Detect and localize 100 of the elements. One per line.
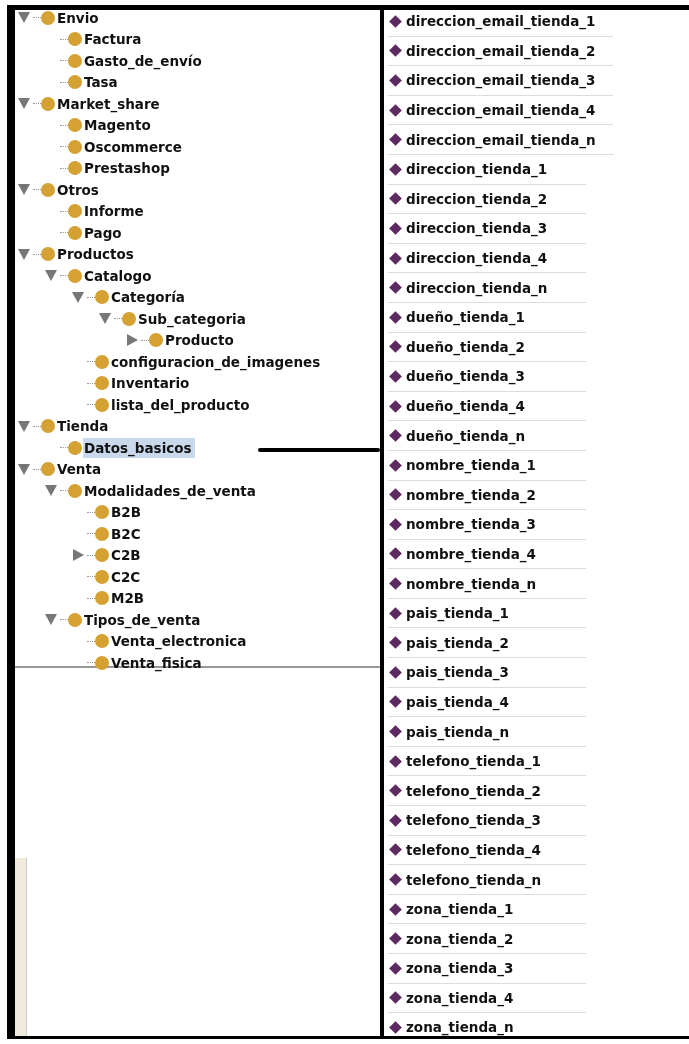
- expand-arrow-icon[interactable]: [18, 420, 30, 432]
- property-item[interactable]: direccion_tienda_1: [388, 154, 586, 185]
- class-dot-icon: [41, 419, 55, 434]
- property-item[interactable]: pais_tienda_1: [388, 598, 586, 629]
- expand-arrow-icon[interactable]: [72, 291, 84, 303]
- property-item[interactable]: zona_tienda_2: [388, 924, 586, 954]
- tree-item[interactable]: Venta_electronica: [110, 631, 250, 652]
- property-item[interactable]: telefono_tienda_1: [388, 746, 586, 777]
- property-item[interactable]: telefono_tienda_2: [388, 776, 586, 807]
- expand-arrow-icon[interactable]: [18, 463, 30, 475]
- property-item[interactable]: nombre_tienda_1: [388, 450, 586, 481]
- tree-item[interactable]: B2C: [110, 523, 144, 544]
- tree-item[interactable]: Prestashop: [83, 158, 173, 179]
- tree-item[interactable]: Inventario: [110, 373, 193, 394]
- tree-item[interactable]: Informe: [83, 201, 147, 222]
- property-item[interactable]: nombre_tienda_2: [388, 480, 586, 511]
- class-dot-icon: [95, 397, 109, 412]
- property-item[interactable]: direccion_tienda_3: [388, 214, 586, 244]
- property-item[interactable]: zona_tienda_4: [388, 983, 586, 1014]
- property-item[interactable]: direccion_tienda_2: [388, 184, 586, 215]
- property-item[interactable]: dueño_tienda_3: [388, 362, 586, 392]
- property-item[interactable]: direccion_email_tienda_1: [388, 7, 614, 37]
- tree-item[interactable]: Venta: [56, 459, 105, 480]
- class-dot-icon: [95, 376, 109, 391]
- property-item[interactable]: nombre_tienda_4: [388, 539, 586, 570]
- class-dot-icon: [41, 182, 55, 197]
- property-item[interactable]: pais_tienda_2: [388, 628, 586, 659]
- tree-item[interactable]: Envio: [56, 7, 102, 28]
- property-item[interactable]: direccion_email_tienda_4: [388, 95, 614, 126]
- class-dot-icon: [95, 591, 109, 606]
- class-dot-icon: [68, 139, 82, 154]
- tree-item[interactable]: lista_del_producto: [110, 394, 253, 415]
- class-dot-icon: [41, 10, 55, 25]
- property-item[interactable]: pais_tienda_3: [388, 658, 586, 688]
- property-item[interactable]: zona_tienda_1: [388, 894, 586, 925]
- property-item[interactable]: telefono_tienda_3: [388, 806, 586, 836]
- property-item[interactable]: telefono_tienda_4: [388, 835, 586, 866]
- property-item[interactable]: pais_tienda_n: [388, 717, 586, 747]
- class-dot-icon: [68, 268, 82, 283]
- tree-item[interactable]: Pago: [83, 222, 125, 243]
- property-item[interactable]: direccion_email_tienda_n: [388, 125, 614, 155]
- tree-item[interactable]: Venta_fisica: [110, 652, 205, 673]
- class-dot-icon: [68, 204, 82, 219]
- tree-item[interactable]: Productos: [56, 244, 137, 265]
- tree-item[interactable]: C2B: [110, 545, 144, 566]
- collapse-arrow-icon[interactable]: [126, 334, 138, 347]
- property-item[interactable]: nombre_tienda_3: [388, 510, 586, 540]
- property-item[interactable]: direccion_email_tienda_3: [388, 66, 614, 96]
- tree-item[interactable]: configuracion_de_imagenes: [110, 351, 324, 372]
- expand-arrow-icon[interactable]: [18, 248, 30, 260]
- expand-arrow-icon[interactable]: [99, 313, 111, 325]
- class-dot-icon: [68, 118, 82, 133]
- class-dot-icon: [149, 333, 163, 348]
- tree-item[interactable]: Catalogo: [83, 265, 155, 286]
- property-item[interactable]: dueño_tienda_4: [388, 391, 586, 422]
- tree-item[interactable]: Sub_categoria: [137, 308, 249, 329]
- expand-arrow-icon[interactable]: [18, 184, 30, 196]
- tree-item[interactable]: Factura: [83, 29, 145, 50]
- tree-item[interactable]: Producto: [164, 330, 237, 351]
- property-item[interactable]: pais_tienda_4: [388, 687, 586, 718]
- property-item[interactable]: nombre_tienda_n: [388, 569, 586, 599]
- class-dot-icon: [68, 161, 82, 176]
- collapse-arrow-icon[interactable]: [72, 549, 84, 562]
- property-item[interactable]: telefono_tienda_n: [388, 865, 586, 895]
- expand-arrow-icon[interactable]: [45, 614, 57, 626]
- tree-item[interactable]: Market_share: [56, 93, 163, 114]
- class-dot-icon: [95, 505, 109, 520]
- class-dot-icon: [68, 32, 82, 47]
- tree-item[interactable]: Gasto_de_envío: [83, 50, 205, 71]
- class-dot-icon: [41, 462, 55, 477]
- property-item[interactable]: direccion_tienda_4: [388, 243, 586, 274]
- tree-item[interactable]: Tienda: [56, 416, 112, 437]
- tree-item[interactable]: Categoría: [110, 287, 188, 308]
- property-item[interactable]: direccion_tienda_n: [388, 273, 586, 303]
- property-item[interactable]: dueño_tienda_1: [388, 302, 586, 333]
- expand-arrow-icon[interactable]: [45, 270, 57, 282]
- tree-item[interactable]: Tasa: [83, 72, 121, 93]
- tree-item[interactable]: Datos_basicos: [83, 437, 195, 458]
- tree-item[interactable]: M2B: [110, 588, 148, 609]
- tree-item[interactable]: Otros: [56, 179, 102, 200]
- expand-arrow-icon[interactable]: [18, 98, 30, 110]
- tree-item[interactable]: C2C: [110, 566, 144, 587]
- tree-item[interactable]: Tipos_de_venta: [83, 609, 204, 630]
- property-item[interactable]: zona_tienda_3: [388, 954, 586, 984]
- class-dot-icon: [95, 569, 109, 584]
- tree-item[interactable]: Oscommerce: [83, 136, 185, 157]
- expand-arrow-icon[interactable]: [18, 12, 30, 24]
- property-item[interactable]: direccion_email_tienda_2: [388, 36, 614, 67]
- property-item[interactable]: dueño_tienda_n: [388, 421, 586, 451]
- class-dot-icon: [41, 247, 55, 262]
- property-item[interactable]: dueño_tienda_2: [388, 332, 586, 363]
- tree-item[interactable]: B2B: [110, 502, 144, 523]
- tree-item[interactable]: Magento: [83, 115, 154, 136]
- tree-item[interactable]: Modalidades_de_venta: [83, 480, 259, 501]
- class-dot-icon: [68, 483, 82, 498]
- class-dot-icon: [95, 655, 109, 670]
- property-item[interactable]: zona_tienda_n: [388, 1013, 586, 1036]
- class-dot-icon: [95, 526, 109, 541]
- expand-arrow-icon[interactable]: [45, 485, 57, 497]
- class-dot-icon: [95, 548, 109, 563]
